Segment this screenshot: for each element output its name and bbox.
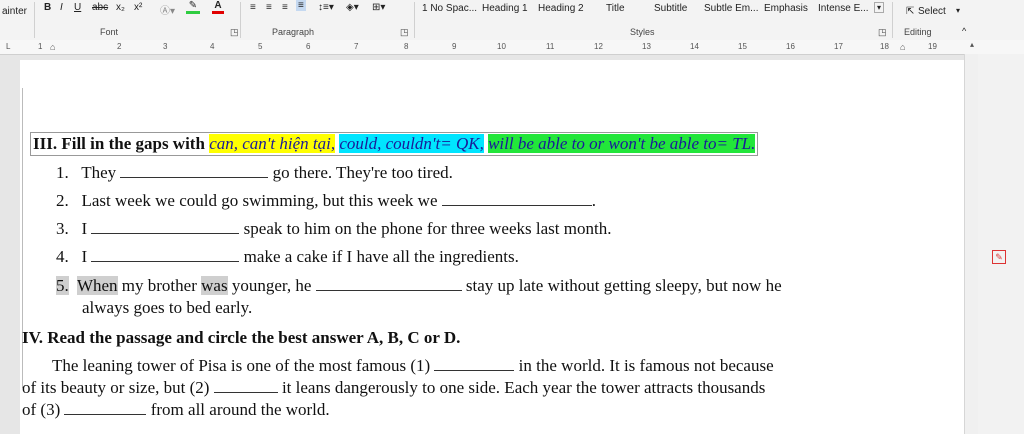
pen-tool-icon[interactable]: ✎ [992, 250, 1006, 264]
ruler-tick: 5 [258, 42, 263, 51]
text-effects-icon[interactable]: Ⓐ▾ [160, 2, 175, 17]
ruler-tick: 15 [738, 42, 747, 51]
answer-blank[interactable] [91, 260, 240, 262]
font-group-label: Font [100, 27, 119, 37]
indent-marker-icon[interactable]: ⌂ [50, 42, 55, 52]
select-icon[interactable]: ⇱ [906, 6, 914, 17]
paragraph-dialog-icon[interactable]: ◳ [400, 27, 409, 38]
answer-blank[interactable] [315, 289, 462, 291]
ruler-tick: 19 [928, 42, 937, 51]
align-right-icon[interactable]: ≡ [282, 2, 288, 13]
separator [414, 2, 415, 38]
ruler-tick: 11 [546, 42, 555, 51]
ruler-tick: 9 [452, 42, 457, 51]
list-item: 2. Last week we could go swimming, but t… [56, 191, 596, 210]
separator [240, 2, 241, 38]
answer-blank[interactable] [120, 176, 269, 178]
line-spacing-icon[interactable]: ↕≡▾ [318, 2, 334, 13]
justify-icon[interactable]: ≡ [296, 0, 306, 11]
list-item: 3. I speak to him on the phone for three… [56, 219, 612, 238]
separator [892, 2, 893, 38]
ruler-tick: 18 [880, 42, 889, 51]
paragraph-group-label: Paragraph [272, 27, 315, 37]
style-subtle-emphasis[interactable]: Subtle Em... [704, 2, 758, 24]
section-3-heading: III. Fill in the gaps with can, can't hi… [30, 132, 759, 156]
separator [34, 2, 35, 38]
style-intense-emphasis[interactable]: Intense E... [818, 2, 869, 24]
superscript-button[interactable]: x² [134, 2, 142, 13]
font-color-icon[interactable]: A [212, 0, 224, 14]
answer-blank[interactable] [213, 391, 278, 393]
ruler-tick: 8 [404, 42, 409, 51]
style-heading-2[interactable]: Heading 2 [538, 2, 584, 24]
styles-more-icon[interactable]: ▾ [874, 2, 885, 13]
ruler-tick: 3 [163, 42, 168, 51]
collapse-ribbon-icon[interactable]: ^ [962, 26, 966, 36]
answer-blank[interactable] [441, 204, 592, 206]
italic-button[interactable]: I [60, 2, 63, 13]
style-no-spacing[interactable]: 1 No Spac... [422, 2, 477, 24]
shading-icon[interactable]: ◈▾ [346, 2, 359, 13]
section-3-title: III. Fill in the gaps with [33, 134, 205, 153]
ribbon: ainter B I U abc x₂ x² Ⓐ▾ ✎ A Font ◳ ≡ ≡… [0, 0, 1024, 41]
ruler-tick: 13 [642, 42, 651, 51]
document-page[interactable]: III. Fill in the gaps with can, can't hi… [20, 60, 964, 434]
section-4-title: IV. Read the passage and circle the best… [22, 328, 461, 347]
ruler-tick: 1 [38, 42, 43, 51]
styles-group-label: Styles [630, 27, 655, 37]
list-item-continuation: always goes to bed early. [82, 298, 253, 317]
ruler-tick: 2 [117, 42, 122, 51]
borders-icon[interactable]: ⊞▾ [372, 2, 385, 13]
select-dropdown-icon[interactable]: ▾ [956, 6, 960, 15]
select-button[interactable]: Select [918, 6, 946, 17]
ruler-tick: 4 [210, 42, 215, 51]
answer-blank[interactable] [91, 232, 240, 234]
align-left-icon[interactable]: ≡ [250, 2, 256, 13]
ruler-tick: 16 [786, 42, 795, 51]
highlight-present: can, can't hiện tại, [209, 134, 336, 153]
scroll-up-icon[interactable]: ▴ [966, 40, 978, 52]
highlight-icon[interactable]: ✎ [186, 0, 200, 14]
style-heading-1[interactable]: Heading 1 [482, 2, 528, 24]
ruler-tick: 12 [594, 42, 603, 51]
style-emphasis[interactable]: Emphasis [764, 2, 808, 24]
font-dialog-icon[interactable]: ◳ [230, 27, 239, 38]
format-painter-label[interactable]: ainter [2, 6, 27, 17]
highlight-future: will be able to or won't be able to= TL. [488, 134, 756, 153]
style-subtitle[interactable]: Subtitle [654, 2, 687, 24]
list-item: 1. They go there. They're too tired. [56, 163, 453, 182]
ruler-tick: 6 [306, 42, 311, 51]
ruler-tick: 14 [690, 42, 699, 51]
passage-line: of its beauty or size, but (2) it leans … [22, 378, 766, 397]
horizontal-ruler[interactable]: L 1 ⌂ 2 3 4 5 6 7 8 9 10 11 12 13 14 15 … [0, 40, 1024, 55]
underline-button[interactable]: U [74, 2, 81, 13]
styles-dialog-icon[interactable]: ◳ [878, 27, 887, 38]
list-item: 5. When my brother was younger, he stay … [56, 276, 782, 295]
ruler-tick: 10 [497, 42, 506, 51]
right-indent-marker-icon[interactable]: ⌂ [900, 42, 905, 52]
answer-blank[interactable] [434, 369, 515, 371]
align-center-icon[interactable]: ≡ [266, 2, 272, 13]
answer-blank[interactable] [64, 413, 147, 415]
side-panel: ✎ [978, 54, 1024, 434]
tab-stop-icon[interactable]: L [6, 42, 10, 51]
vertical-scrollbar[interactable]: ▴ [964, 40, 979, 434]
ruler-tick: 7 [354, 42, 359, 51]
highlight-past: could, couldn't= QK, [339, 134, 484, 153]
list-item: 4. I make a cake if I have all the ingre… [56, 247, 519, 266]
editing-group-label: Editing [904, 27, 932, 37]
bold-button[interactable]: B [44, 2, 51, 13]
ruler-tick: 17 [834, 42, 843, 51]
subscript-button[interactable]: x₂ [116, 2, 125, 13]
passage-line: of (3) from all around the world. [22, 400, 330, 419]
passage-line: The leaning tower of Pisa is one of the … [52, 356, 774, 375]
style-title[interactable]: Title [606, 2, 625, 24]
strikethrough-button[interactable]: abc [92, 2, 108, 13]
